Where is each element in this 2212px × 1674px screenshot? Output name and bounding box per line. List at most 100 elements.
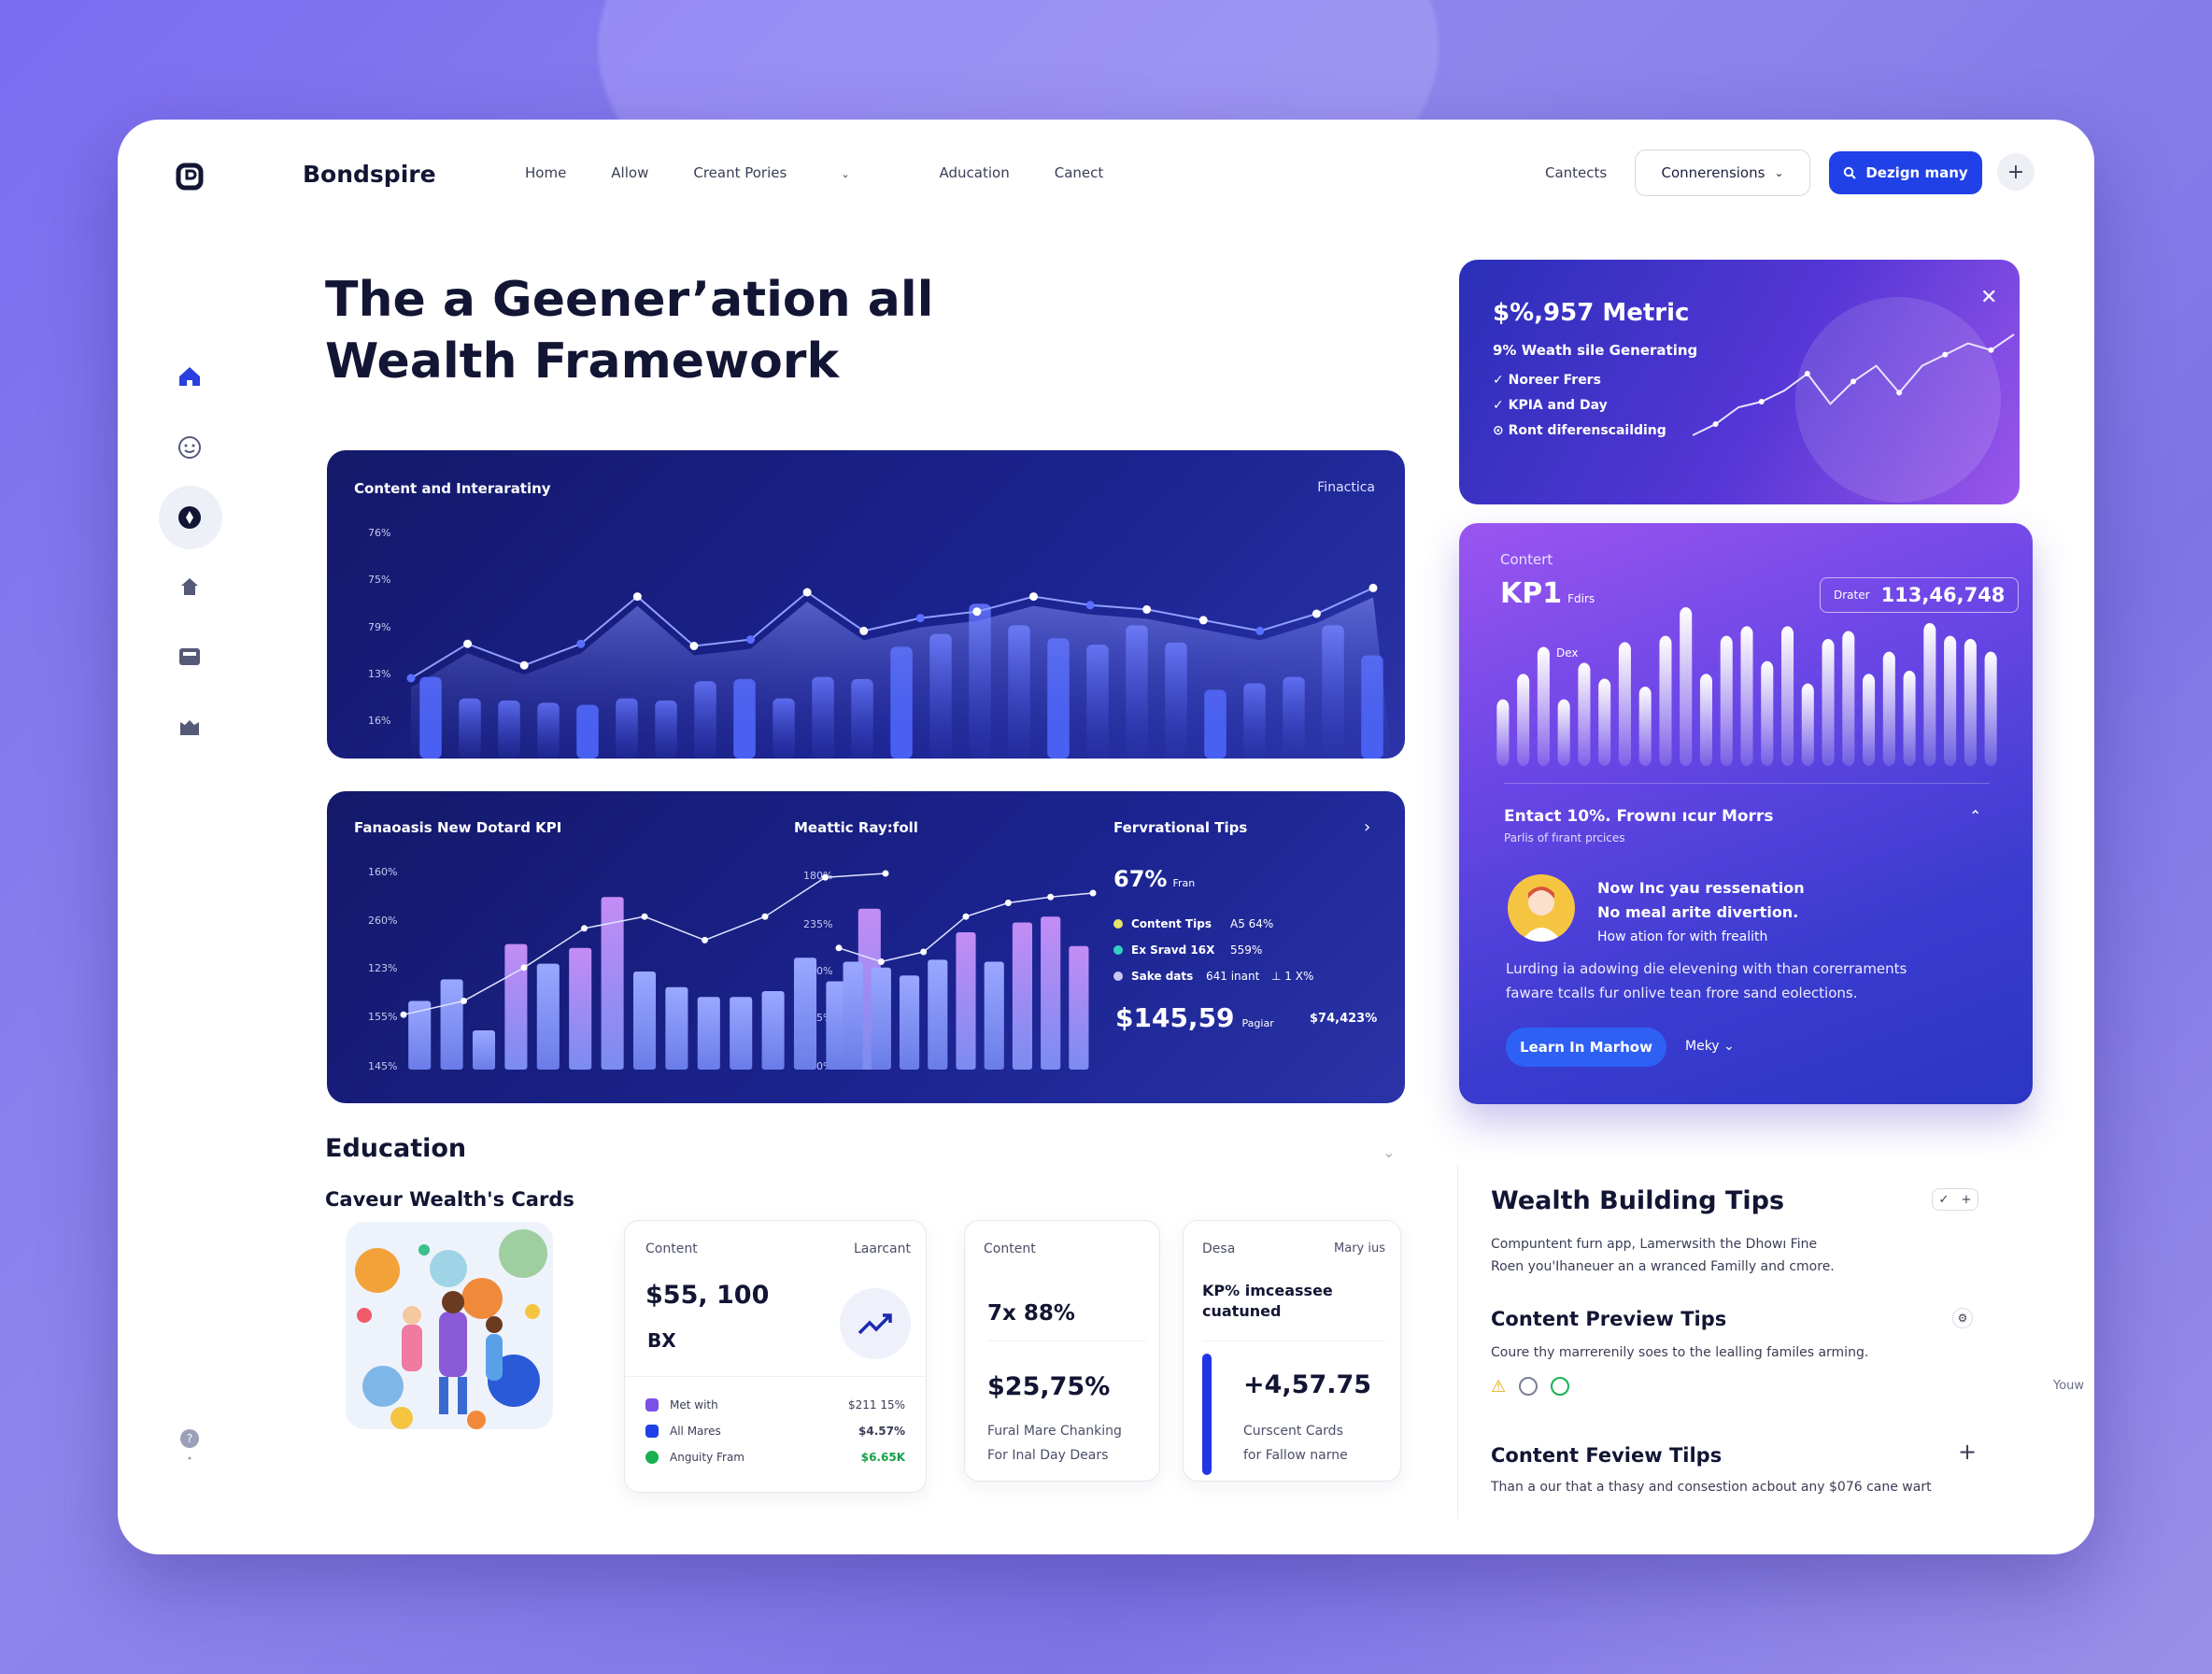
chart-point xyxy=(689,642,699,650)
help-icon[interactable]: ? xyxy=(176,1429,204,1460)
divider xyxy=(1504,783,1990,784)
settings-icon[interactable]: ⚙ xyxy=(1952,1308,1973,1328)
stat-card-1[interactable]: Content Laarcant $55, 100 BX Met with $21… xyxy=(624,1220,927,1493)
progress-bar xyxy=(1202,1354,1212,1475)
stat-card-2[interactable]: Content 7x 88% $25,75% Fural Mare Chanki… xyxy=(964,1220,1160,1482)
search-icon xyxy=(1844,166,1857,179)
tips-amount-sub: Pagiar xyxy=(1241,1017,1274,1029)
kpi-bar xyxy=(1659,635,1672,766)
promo-line-chart xyxy=(1692,333,2015,436)
kpi-bar xyxy=(1944,635,1957,766)
nav-creant-pories[interactable]: Creant Pories ⌄ xyxy=(693,164,894,181)
promo-point xyxy=(1712,421,1719,427)
chart-point xyxy=(877,958,885,965)
kpi-bar xyxy=(1618,642,1631,766)
legend-dot xyxy=(1113,972,1123,981)
users-icon[interactable] xyxy=(176,574,204,602)
chart-bar xyxy=(956,932,976,1070)
brand-logo-icon[interactable] xyxy=(176,163,204,191)
chart-point xyxy=(915,614,925,623)
promo-point xyxy=(1758,399,1765,404)
contacts-link[interactable]: Cantects xyxy=(1545,164,1607,181)
plus-icon: + xyxy=(2006,160,2025,184)
chart-bar xyxy=(569,947,592,1070)
divider xyxy=(1457,1164,1458,1519)
more-dropdown[interactable]: Meky ⌄ xyxy=(1685,1039,1735,1054)
row-value: $4.57% xyxy=(858,1425,905,1438)
chart-point xyxy=(962,913,970,920)
kpi-bar xyxy=(1923,623,1936,766)
avatar xyxy=(1508,874,1575,942)
kpi-bar xyxy=(1761,660,1774,766)
chart-point xyxy=(1368,583,1378,592)
kpi-bar xyxy=(1537,646,1550,766)
card-label: Content xyxy=(984,1241,1036,1256)
piggy-bank-icon[interactable] xyxy=(176,714,204,742)
chart-point xyxy=(1255,626,1265,635)
smile-icon[interactable] xyxy=(176,433,204,461)
brand-name[interactable]: Bondspire xyxy=(303,161,436,188)
chart-bar xyxy=(440,979,463,1070)
chevron-down-icon: ⌄ xyxy=(1719,1039,1735,1054)
card-value: 7x 88% xyxy=(987,1301,1075,1326)
wealth-tips-line1: Compuntent furn app, Lamerwsith the Dhow… xyxy=(1491,1237,1818,1252)
card-label: Desa xyxy=(1202,1241,1236,1256)
kpi-bar xyxy=(1638,687,1652,766)
home-icon[interactable] xyxy=(176,362,204,390)
add-button[interactable]: + xyxy=(1997,153,2035,191)
kpi-bar xyxy=(1720,635,1733,766)
tips-toggle[interactable]: ✓ + xyxy=(1932,1188,1978,1211)
card-heading-line1: KP% imceassee xyxy=(1202,1282,1333,1299)
chart-point xyxy=(406,674,416,683)
chart-point xyxy=(1004,900,1012,906)
page-title: The a Geener’ation all Wealth Framework xyxy=(325,269,1072,392)
wealth-tips-heading: Wealth Building Tips xyxy=(1491,1186,1785,1215)
row-label: Anguity Fram xyxy=(670,1451,744,1464)
learn-more-button[interactable]: Learn In Marhow xyxy=(1506,1028,1666,1067)
chevron-up-icon[interactable]: ⌃ xyxy=(1969,807,1981,825)
person-line3: How ation for with frealith xyxy=(1597,929,1768,944)
card-heading: KP% imceassee cuatuned xyxy=(1202,1281,1333,1322)
stat-card-3[interactable]: Desa Mary ius KP% imceassee cuatuned +4,… xyxy=(1183,1220,1401,1482)
wealth-tips-line2: Roen you'Ihaneuer an a wranced Familly a… xyxy=(1491,1259,1835,1274)
row-label: All Mares xyxy=(670,1425,721,1438)
app-icon xyxy=(645,1425,659,1438)
legend-label: Content Tips xyxy=(1131,917,1212,930)
chart-bar xyxy=(504,943,528,1070)
plus-icon[interactable]: + xyxy=(1958,1439,1977,1465)
promo-point xyxy=(1804,371,1810,376)
chart-bar xyxy=(665,986,688,1070)
compass-icon[interactable] xyxy=(176,504,204,532)
conversions-dropdown[interactable]: Connerensions ⌄ xyxy=(1635,149,1810,196)
content-preview-text: Coure thy marrerenily soes to the lealli… xyxy=(1491,1345,1869,1360)
kpi-bar xyxy=(1557,699,1570,766)
tips-amount-right: $74,423% xyxy=(1310,1012,1378,1026)
promo-line xyxy=(1692,333,2015,436)
nav-allow[interactable]: Allow xyxy=(611,164,648,181)
chevron-down-icon[interactable]: ⌄ xyxy=(1382,1143,1395,1161)
kpi-card-body: Lurding ia adowing die elevening with th… xyxy=(1506,960,1907,1001)
app-icon xyxy=(645,1398,659,1412)
nav-aducation[interactable]: Aducation xyxy=(940,164,1010,181)
design-button[interactable]: Dezign many xyxy=(1829,151,1982,194)
check-circle-icon xyxy=(1551,1377,1570,1396)
card-desc-line2: for Fallow narne xyxy=(1243,1448,1348,1463)
kpi-bar xyxy=(1740,626,1753,766)
legend-extra: ⊥ 1 X% xyxy=(1271,970,1314,983)
nav-canect[interactable]: Canect xyxy=(1055,164,1104,181)
promo-point xyxy=(1942,351,1949,358)
promo-point xyxy=(1988,347,1994,353)
chart-point xyxy=(520,964,528,972)
wallet-icon[interactable] xyxy=(176,643,204,671)
card-desc: Fural Mare Chanking For Inal Day Dears xyxy=(987,1419,1122,1468)
row-value: $6.65K xyxy=(860,1451,905,1464)
chart-bar xyxy=(632,972,657,1070)
kpi-bar xyxy=(1964,639,1977,766)
chart-bar xyxy=(472,1030,496,1070)
kpi-bar xyxy=(1699,674,1713,766)
card-label: Content xyxy=(645,1241,698,1256)
tips-amount-value: $145,59 xyxy=(1115,1002,1235,1033)
nav-home[interactable]: Home xyxy=(525,164,566,181)
chart-point xyxy=(461,998,467,1004)
content-review-heading: Content Feview Tilps xyxy=(1491,1444,1723,1467)
